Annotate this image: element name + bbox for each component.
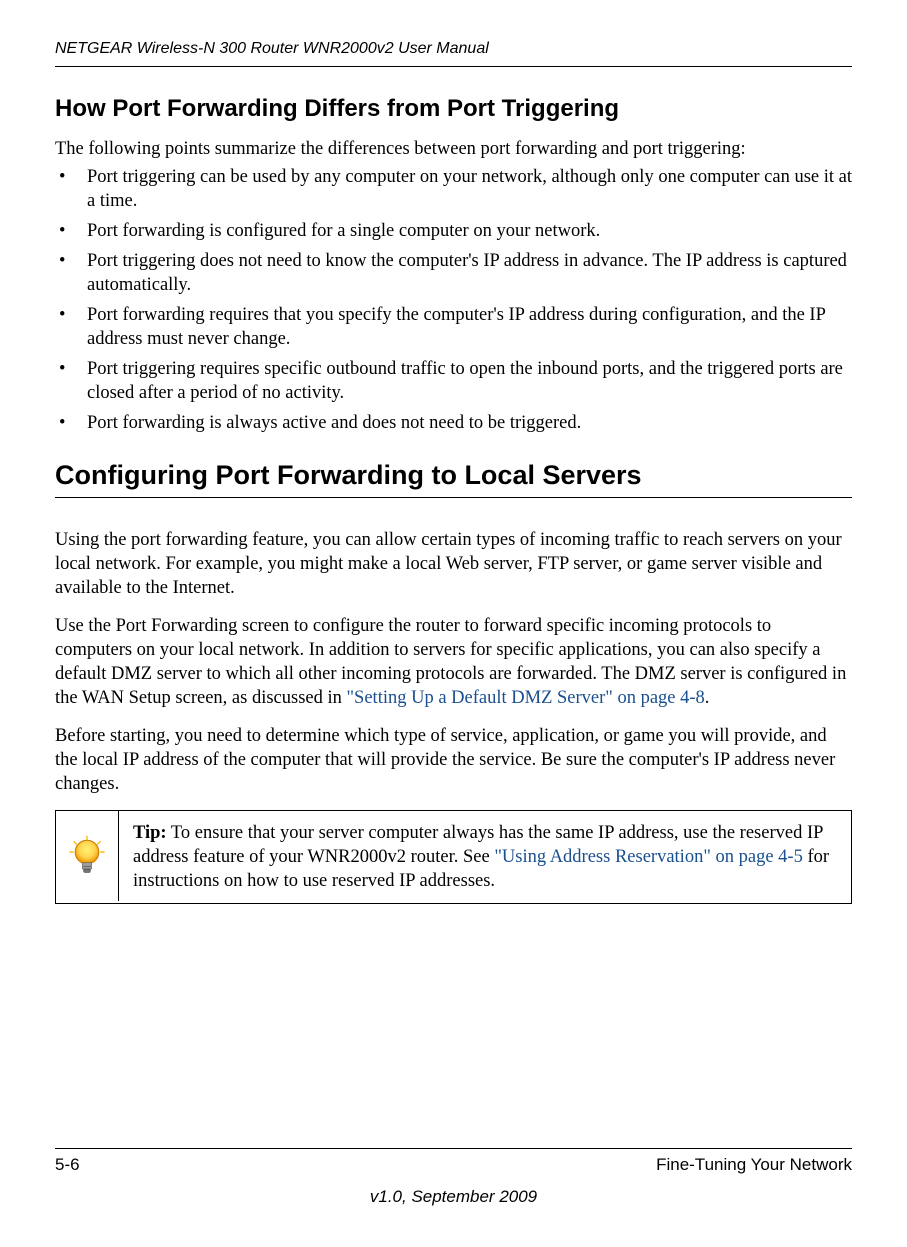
body-text: . [705,688,710,708]
tip-label: Tip: [133,823,167,843]
list-item: Port triggering can be used by any compu… [55,165,852,213]
footer-divider [55,1148,852,1149]
body-paragraph: Use the Port Forwarding screen to config… [55,614,852,710]
body-paragraph: Using the port forwarding feature, you c… [55,528,852,600]
section-divider [55,497,852,498]
chapter-title: Fine-Tuning Your Network [656,1155,852,1175]
list-item: Port triggering does not need to know th… [55,249,852,297]
cross-reference-link[interactable]: "Setting Up a Default DMZ Server" on pag… [347,688,705,708]
list-item: Port forwarding is configured for a sing… [55,219,852,243]
cross-reference-link[interactable]: "Using Address Reservation" on page 4-5 [494,847,802,867]
section-heading-port-diff: How Port Forwarding Differs from Port Tr… [55,95,852,123]
tip-text: Tip: To ensure that your server computer… [119,811,851,903]
page-number: 5-6 [55,1155,80,1175]
intro-paragraph: The following points summarize the diffe… [55,137,852,161]
page-footer: 5-6 Fine-Tuning Your Network v1.0, Septe… [55,1148,852,1207]
body-paragraph: Before starting, you need to determine w… [55,724,852,796]
section-heading-configuring: Configuring Port Forwarding to Local Ser… [55,460,852,491]
list-item: Port triggering requires specific outbou… [55,357,852,405]
tip-box: Tip: To ensure that your server computer… [55,810,852,904]
tip-icon-cell [56,811,119,901]
manual-title: NETGEAR Wireless-N 300 Router WNR2000v2 … [55,40,852,58]
header-divider [55,66,852,67]
list-item: Port forwarding requires that you specif… [55,303,852,351]
list-item: Port forwarding is always active and doe… [55,411,852,435]
bullet-list: Port triggering can be used by any compu… [55,165,852,435]
version-text: v1.0, September 2009 [55,1187,852,1207]
lightbulb-icon [66,835,108,877]
